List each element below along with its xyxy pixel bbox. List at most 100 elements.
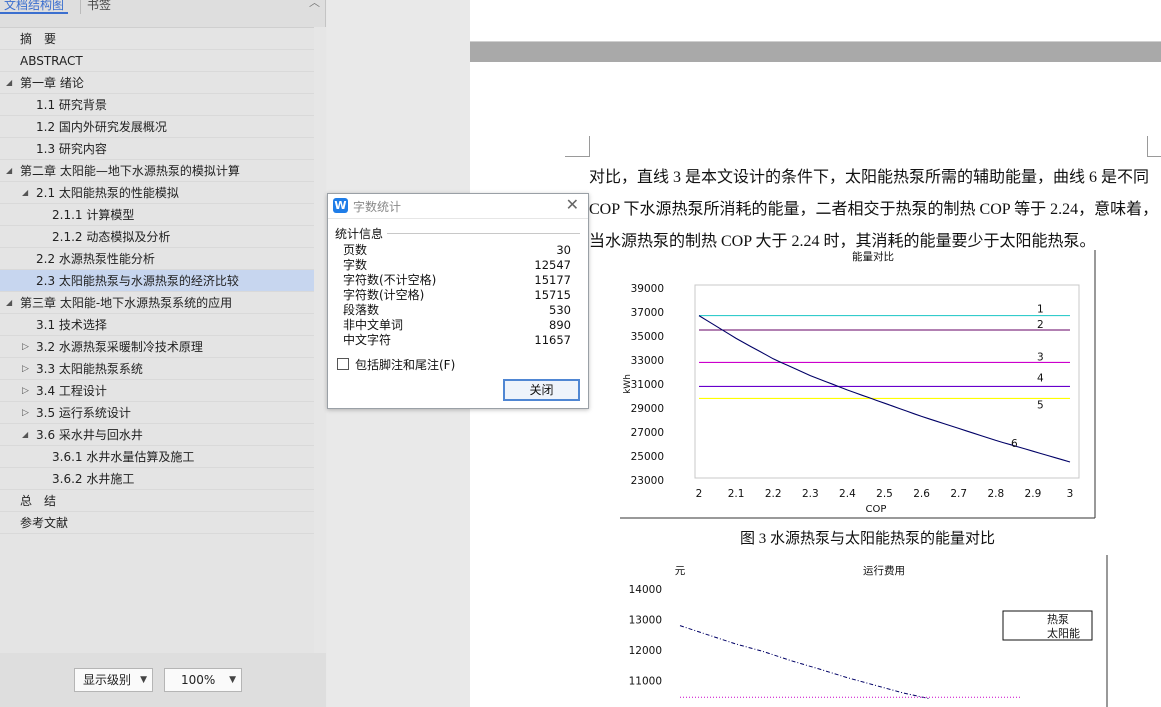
- zoom-select[interactable]: 100% ▼: [164, 668, 242, 692]
- crop-mark: [1147, 136, 1148, 157]
- series-label: 4: [1037, 372, 1044, 384]
- series-label: 5: [1037, 399, 1044, 411]
- outline-item[interactable]: ▷ 3.4 工程设计: [0, 380, 314, 402]
- outline-tree: 摘 要 ABSTRACT ◢ 第一章 绪论 1.1 研究背景 1.2 国内外研究发…: [0, 27, 314, 653]
- y-tick-label: 13000: [629, 615, 662, 627]
- series-label: 3: [1037, 351, 1044, 363]
- word-count-dialog: W 字数统计 ✕ 统计信息 页数 30 字数 12547 字符数(不计空格) 1…: [327, 193, 589, 409]
- stat-label: 段落数: [343, 303, 380, 317]
- y-tick-label: 33000: [631, 355, 664, 367]
- series-line: [679, 625, 931, 700]
- stat-value: 890: [549, 318, 571, 332]
- y-tick-label: 31000: [631, 379, 664, 391]
- crop-mark: [589, 136, 590, 157]
- y-tick-label: 23000: [631, 475, 664, 487]
- outline-item[interactable]: 摘 要: [0, 28, 314, 50]
- level-select-value: 显示级别: [83, 673, 132, 687]
- stat-value: 11657: [534, 333, 571, 347]
- dialog-titlebar[interactable]: W 字数统计 ✕: [328, 194, 588, 219]
- collapsed-triangle-icon[interactable]: ▷: [22, 402, 29, 424]
- outline-item[interactable]: 2.1.2 动态模拟及分析: [0, 226, 314, 248]
- x-tick-label: 3: [1067, 488, 1074, 500]
- outline-item-selected[interactable]: 2.3 太阳能热泵与水源热泵的经济比较: [0, 270, 314, 292]
- level-select[interactable]: 显示级别 ▼: [74, 668, 153, 692]
- include-footnotes-checkbox[interactable]: [337, 358, 349, 370]
- zoom-select-value: 100%: [181, 673, 216, 687]
- outline-item[interactable]: 1.3 研究内容: [0, 138, 314, 160]
- outline-item[interactable]: ◢ 第二章 太阳能—地下水源热泵的模拟计算: [0, 160, 314, 182]
- stat-label: 页数: [343, 243, 368, 257]
- expanded-triangle-icon[interactable]: ◢: [22, 182, 28, 204]
- paragraph-line: 对比，直线 3 是本文设计的条件下，太阳能热泵所需的辅助能量，曲线 6 是不同: [589, 169, 1150, 186]
- nav-bottom-bar: 显示级别 ▼ 100% ▼: [0, 653, 326, 707]
- y-axis-label: 元: [675, 565, 686, 577]
- tab-bookmark[interactable]: 书签: [80, 0, 115, 14]
- y-tick-label: 14000: [629, 584, 662, 596]
- expanded-triangle-icon[interactable]: ◢: [22, 424, 28, 446]
- outline-item[interactable]: 2.2 水源热泵性能分析: [0, 248, 314, 270]
- series-label: 2: [1037, 319, 1044, 331]
- outline-item[interactable]: 1.1 研究背景: [0, 94, 314, 116]
- collapsed-triangle-icon[interactable]: ▷: [22, 380, 29, 402]
- nav-tabs: 文档结构图 书签 ︿: [0, 0, 326, 16]
- collapsed-triangle-icon[interactable]: ▷: [22, 358, 29, 380]
- outline-item[interactable]: ABSTRACT: [0, 50, 314, 72]
- y-tick-label: 25000: [631, 451, 664, 463]
- previous-page[interactable]: [470, 0, 1161, 42]
- nav-scrollbar[interactable]: [314, 27, 326, 653]
- cost-chart: 运行费用 元 11000 12000 13000 14000 热泵 太阳能: [629, 555, 1108, 707]
- series-label: 6: [1011, 438, 1018, 450]
- paragraph-line: 当水源热泵的制热 COP 大于 2.24 时，其消耗的能量要少于太阳能热泵。: [589, 233, 1096, 250]
- outline-item[interactable]: 参考文献: [0, 512, 314, 534]
- expanded-triangle-icon[interactable]: ◢: [6, 292, 12, 314]
- outline-item[interactable]: ▷ 3.2 水源热泵采暖制冷技术原理: [0, 336, 314, 358]
- outline-item[interactable]: 1.2 国内外研究发展概况: [0, 116, 314, 138]
- stat-label: 字符数(不计空格): [343, 273, 437, 287]
- outline-item[interactable]: ◢ 第三章 太阳能-地下水源热泵系统的应用: [0, 292, 314, 314]
- stat-label: 中文字符: [343, 333, 392, 347]
- tab-outline[interactable]: 文档结构图: [0, 0, 69, 14]
- legend-entry: 热泵: [1047, 613, 1069, 626]
- x-tick-label: 2.5: [876, 488, 893, 500]
- outline-item[interactable]: ▷ 3.3 太阳能热泵系统: [0, 358, 314, 380]
- section-heading: 统计信息: [335, 225, 388, 242]
- outline-item[interactable]: 2.1.1 计算模型: [0, 204, 314, 226]
- close-icon[interactable]: ✕: [566, 196, 579, 214]
- y-tick-label: 37000: [631, 307, 664, 319]
- outline-item[interactable]: ◢ 3.6 采水井与回水井: [0, 424, 314, 446]
- outline-item[interactable]: ◢ 第一章 绪论: [0, 72, 314, 94]
- outline-item[interactable]: 3.6.1 水井水量估算及施工: [0, 446, 314, 468]
- section-divider: [385, 233, 580, 234]
- chart-title: 运行费用: [863, 564, 905, 577]
- close-button[interactable]: 关闭: [503, 379, 580, 401]
- x-tick-label: 2.7: [950, 488, 967, 500]
- outline-item[interactable]: 3.6.2 水井施工: [0, 468, 314, 490]
- x-tick-label: 2.9: [1025, 488, 1042, 500]
- y-tick-label: 29000: [631, 403, 664, 415]
- expanded-triangle-icon[interactable]: ◢: [6, 160, 12, 182]
- stat-label: 字数: [343, 258, 368, 272]
- dropdown-arrow-icon: ▼: [140, 675, 147, 685]
- include-footnotes-label[interactable]: 包括脚注和尾注(F): [355, 356, 455, 373]
- page-gap: [470, 42, 1161, 62]
- collapsed-triangle-icon[interactable]: ▷: [22, 336, 29, 358]
- stat-value: 15715: [534, 288, 571, 302]
- stat-value: 530: [549, 303, 571, 317]
- outline-item[interactable]: 3.1 技术选择: [0, 314, 314, 336]
- outline-item[interactable]: ◢ 2.1 太阳能热泵的性能模拟: [0, 182, 314, 204]
- x-tick-label: 2.8: [987, 488, 1004, 500]
- outline-item[interactable]: 总 结: [0, 490, 314, 512]
- energy-chart: 能量对比 kWh COP 230002500027000290003100033…: [620, 250, 1096, 519]
- outline-item[interactable]: ▷ 3.5 运行系统设计: [0, 402, 314, 424]
- x-tick-label: 2.1: [728, 488, 745, 500]
- stat-value: 12547: [534, 258, 571, 272]
- x-tick-label: 2: [696, 488, 703, 500]
- chevron-up-icon[interactable]: ︿: [309, 0, 320, 10]
- stat-value: 15177: [534, 273, 571, 287]
- crop-mark: [1147, 156, 1161, 157]
- y-tick-label: 39000: [631, 283, 664, 295]
- expanded-triangle-icon[interactable]: ◢: [6, 72, 12, 94]
- legend-entry: 太阳能: [1047, 626, 1080, 640]
- crop-mark: [565, 156, 590, 157]
- figure-caption: 图 3 水源热泵与太阳能热泵的能量对比: [740, 531, 996, 547]
